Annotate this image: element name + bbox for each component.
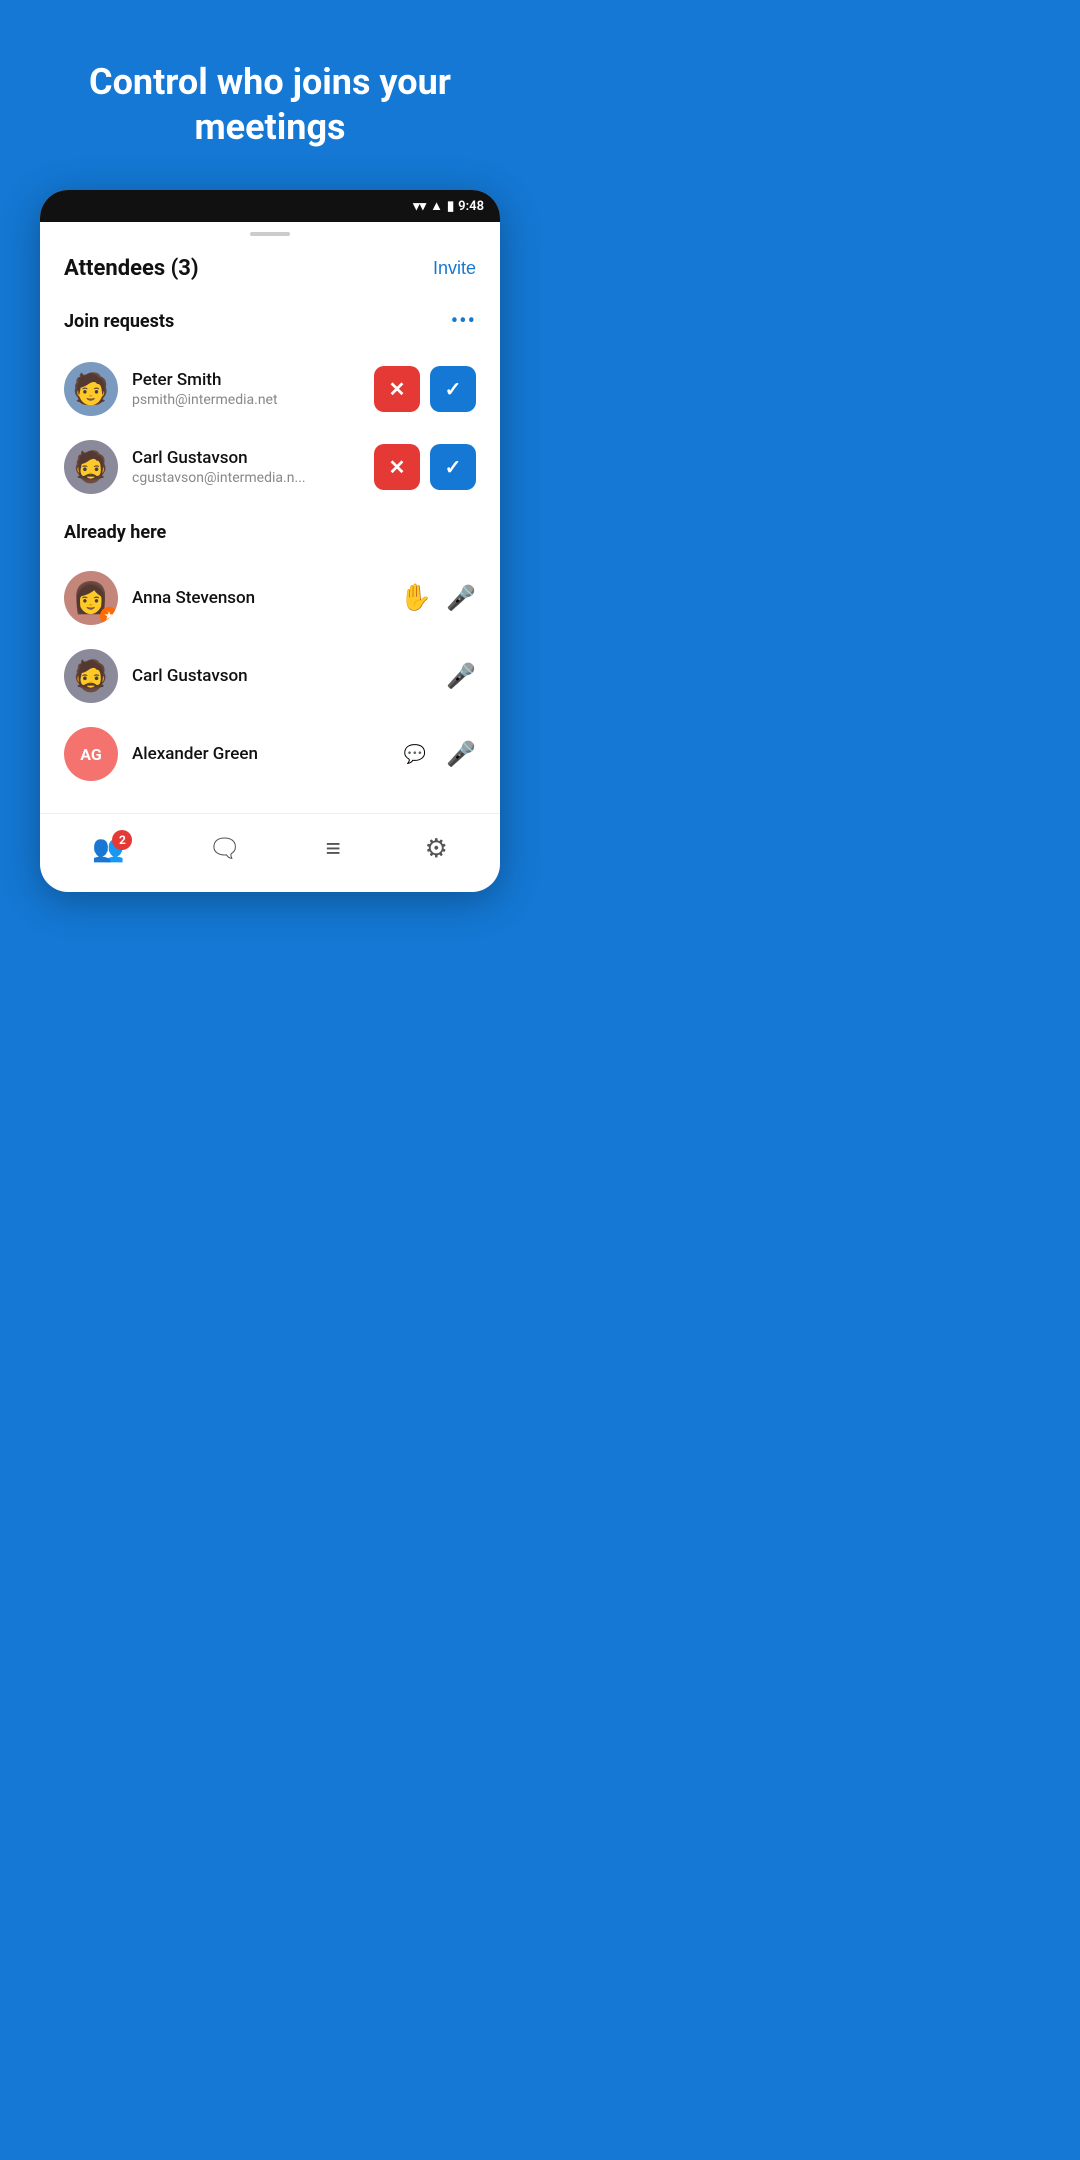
approve-button-peter[interactable]: ✓	[430, 366, 476, 412]
person-info-alexander: Alexander Green	[132, 744, 390, 764]
list-nav-icon: ≡	[325, 836, 340, 862]
already-here-header: Already here	[64, 522, 476, 543]
nav-chat[interactable]: 🗨	[208, 834, 241, 864]
approve-icon-peter: ✓	[445, 377, 462, 402]
nav-people[interactable]: 👥 2	[92, 834, 124, 864]
deny-icon-carl: ✕	[389, 455, 406, 480]
already-here-section: Already here 👩 ★ Anna Stevenson ✋ 🎤	[64, 522, 476, 793]
person-email-carl-request: cgustavson@intermedia.n...	[132, 470, 360, 486]
page-title: Control who joins your meetings	[29, 0, 511, 190]
join-requests-title: Join requests	[64, 311, 174, 332]
person-name-alexander: Alexander Green	[132, 744, 390, 764]
wifi-icon: ▾▾	[413, 199, 426, 214]
approve-icon-carl: ✓	[445, 455, 462, 480]
chat-status-icon-alexander: 💬	[404, 744, 426, 765]
status-bar: ▾▾ ▲ ▮ 9:48	[40, 190, 500, 222]
deny-button-carl[interactable]: ✕	[374, 444, 420, 490]
person-actions-anna: ✋ 🎤	[400, 583, 476, 613]
person-email-peter: psmith@intermedia.net	[132, 392, 360, 408]
attendee-row-carl: 🧔 Carl Gustavson 🎤	[64, 637, 476, 715]
approve-button-carl[interactable]: ✓	[430, 444, 476, 490]
mic-icon-anna[interactable]: 🎤	[446, 584, 476, 612]
host-badge-anna: ★	[100, 607, 118, 625]
attendee-row-anna: 👩 ★ Anna Stevenson ✋ 🎤	[64, 559, 476, 637]
time-display: 9:48	[458, 199, 484, 214]
raise-hand-icon-anna[interactable]: ✋	[400, 583, 432, 613]
action-buttons-peter: ✕ ✓	[374, 366, 476, 412]
attendees-title: Attendees (3)	[64, 256, 199, 281]
avatar-anna: 👩 ★	[64, 571, 118, 625]
mic-icon-carl[interactable]: 🎤	[446, 662, 476, 690]
person-actions-alexander: 💬 🎤	[404, 740, 476, 768]
avatar-alexander: AG	[64, 727, 118, 781]
join-requests-section: Join requests ••• 🧑 Peter Smith psmith@i…	[64, 309, 476, 506]
invite-button[interactable]: Invite	[433, 258, 476, 279]
battery-icon: ▮	[447, 199, 454, 214]
avatar-carl-here: 🧔	[64, 649, 118, 703]
signal-icon: ▲	[430, 198, 443, 214]
join-request-row-carl: 🧔 Carl Gustavson cgustavson@intermedia.n…	[64, 428, 476, 506]
action-buttons-carl-request: ✕ ✓	[374, 444, 476, 490]
avatar-carl-request: 🧔	[64, 440, 118, 494]
people-nav-badge: 2	[112, 830, 132, 850]
person-name-anna: Anna Stevenson	[132, 588, 386, 608]
status-icons: ▾▾ ▲ ▮ 9:48	[413, 198, 484, 214]
join-requests-header: Join requests •••	[64, 309, 476, 334]
mic-icon-alexander[interactable]: 🎤	[446, 740, 476, 768]
deny-icon-peter: ✕	[389, 377, 406, 402]
person-info-carl-here: Carl Gustavson	[132, 666, 432, 686]
phone-mockup: ▾▾ ▲ ▮ 9:48 Attendees (3) Invite Join re…	[40, 190, 500, 892]
person-info-anna: Anna Stevenson	[132, 588, 386, 608]
person-info-peter: Peter Smith psmith@intermedia.net	[132, 370, 360, 408]
person-actions-carl-here: 🎤	[446, 662, 476, 690]
join-request-row-peter: 🧑 Peter Smith psmith@intermedia.net ✕ ✓	[64, 350, 476, 428]
attendee-row-alexander: AG Alexander Green 💬 🎤	[64, 715, 476, 793]
sheet-content: Attendees (3) Invite Join requests ••• 🧑…	[40, 240, 500, 793]
already-here-title: Already here	[64, 522, 166, 543]
nav-settings[interactable]: ⚙	[425, 834, 448, 864]
nav-list[interactable]: ≡	[325, 836, 340, 862]
settings-nav-icon: ⚙	[425, 834, 448, 864]
more-options-icon[interactable]: •••	[451, 309, 476, 334]
avatar-peter: 🧑	[64, 362, 118, 416]
person-info-carl-request: Carl Gustavson cgustavson@intermedia.n..…	[132, 448, 360, 486]
sheet-header: Attendees (3) Invite	[64, 256, 476, 281]
person-name-carl-request: Carl Gustavson	[132, 448, 360, 468]
drag-handle[interactable]	[250, 232, 290, 236]
chat-nav-icon: 🗨	[208, 834, 241, 864]
person-name-carl-here: Carl Gustavson	[132, 666, 432, 686]
person-name-peter: Peter Smith	[132, 370, 360, 390]
bottom-nav: 👥 2 🗨 ≡ ⚙	[40, 813, 500, 892]
deny-button-peter[interactable]: ✕	[374, 366, 420, 412]
